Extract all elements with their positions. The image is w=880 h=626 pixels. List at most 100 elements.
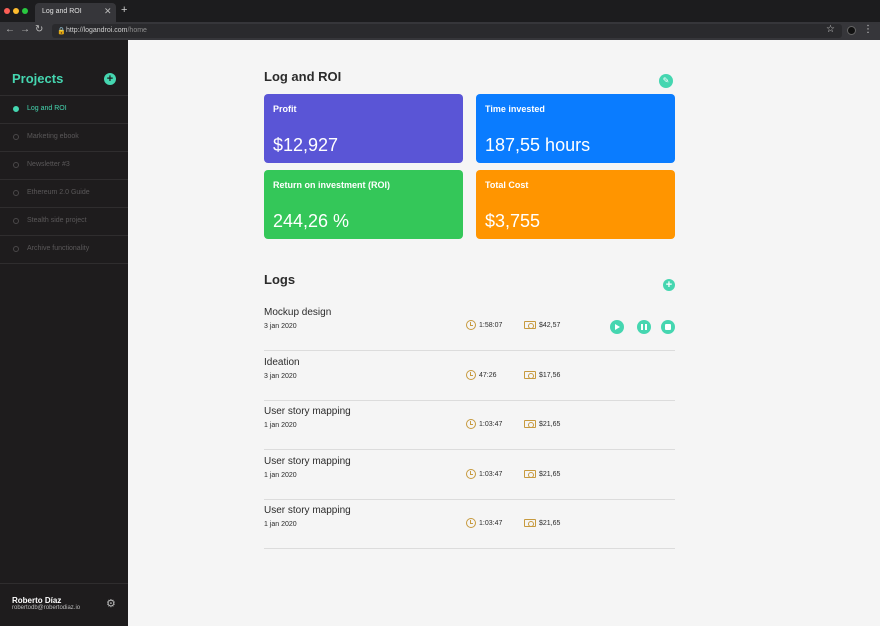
card-value: $12,927 (273, 135, 339, 155)
logs-title: Logs (264, 272, 296, 287)
bookmark-star-icon[interactable]: ☆ (826, 24, 835, 35)
log-duration: 1:03:47 (479, 421, 503, 428)
card-value: $3,755 (485, 211, 541, 231)
log-row[interactable]: Ideation 3 jan 2020 47:26 $17,56 (264, 352, 675, 401)
log-duration: 1:03:47 (479, 471, 503, 478)
maximize-window-button[interactable] (22, 8, 28, 14)
pause-icon[interactable] (637, 320, 651, 334)
log-date: 1 jan 2020 (264, 472, 297, 479)
add-project-button[interactable]: + (104, 73, 116, 85)
log-cost: $21,65 (539, 520, 561, 527)
browser-tab[interactable]: Log and ROI ✕ (35, 3, 116, 22)
tab-title: Log and ROI (42, 8, 82, 15)
url-path: /home (127, 27, 147, 34)
log-duration: 47:26 (479, 372, 497, 379)
clock-icon (466, 518, 476, 528)
clock-icon (466, 320, 476, 330)
roi-card: Return on investment (ROI) 244,26 % (264, 170, 463, 239)
project-hexagon-icon (13, 134, 19, 140)
sidebar-footer-divider (0, 583, 128, 584)
sidebar-item-label: Newsletter #3 (27, 161, 70, 168)
sidebar-item-stealth-project[interactable]: Stealth side project (0, 208, 128, 236)
page-title: Log and ROI (264, 69, 342, 84)
sidebar-item-label: Log and ROI (27, 105, 67, 112)
log-name: Ideation (264, 357, 300, 368)
sidebar-item-newsletter[interactable]: Newsletter #3 (0, 152, 128, 180)
sidebar-item-log-and-roi[interactable]: Log and ROI (0, 96, 128, 124)
user-email: robertodb@robertodiaz.io (12, 605, 81, 611)
sidebar-item-marketing-ebook[interactable]: Marketing ebook (0, 124, 128, 152)
stop-icon[interactable] (661, 320, 675, 334)
card-label: Return on investment (ROI) (273, 180, 391, 190)
log-cost: $21,65 (539, 471, 561, 478)
project-hexagon-icon (13, 106, 19, 112)
sidebar-item-label: Stealth side project (27, 217, 87, 224)
card-label: Profit (273, 104, 297, 114)
back-arrow-icon[interactable]: ← (5, 24, 15, 35)
sidebar-item-label: Marketing ebook (27, 133, 79, 140)
new-tab-button[interactable]: + (121, 4, 127, 16)
browser-tab-strip: Log and ROI ✕ + (0, 0, 880, 22)
money-bill-icon (524, 371, 536, 379)
project-hexagon-icon (13, 218, 19, 224)
log-row[interactable]: Mockup design 3 jan 2020 1:58:07 $42,57 (264, 302, 675, 351)
clock-icon (466, 370, 476, 380)
total-cost-card: Total Cost $3,755 (476, 170, 675, 239)
money-bill-icon (524, 470, 536, 478)
log-cost: $42,57 (539, 322, 561, 329)
forward-arrow-icon[interactable]: → (20, 24, 30, 35)
money-bill-icon (524, 420, 536, 428)
url-text[interactable]: http://logandroi.com/home (66, 27, 147, 34)
log-cost: $21,65 (539, 421, 561, 428)
add-log-button[interactable]: + (663, 279, 675, 291)
log-date: 3 jan 2020 (264, 323, 297, 330)
money-bill-icon (524, 519, 536, 527)
reload-icon[interactable]: ↻ (35, 24, 43, 35)
log-name: User story mapping (264, 456, 351, 467)
time-invested-card: Time invested 187,55 hours (476, 94, 675, 163)
log-duration: 1:58:07 (479, 322, 503, 329)
sidebar-title: Projects (12, 71, 64, 86)
lock-icon: 🔒 (57, 28, 66, 35)
url-host: http://logandroi.com (66, 27, 128, 34)
project-hexagon-icon (13, 190, 19, 196)
project-hexagon-icon (13, 246, 19, 252)
sidebar-item-archive-functionality[interactable]: Archive functionality (0, 236, 128, 264)
browser-menu-icon[interactable]: ⋮ (863, 24, 873, 35)
card-label: Total Cost (485, 180, 529, 190)
log-date: 3 jan 2020 (264, 373, 297, 380)
sidebar: Projects + Log and ROI Marketing ebook N… (0, 40, 128, 626)
clock-icon (466, 419, 476, 429)
edit-pencil-icon[interactable]: ✎ (659, 74, 673, 88)
clock-icon (466, 469, 476, 479)
minimize-window-button[interactable] (13, 8, 19, 14)
log-date: 1 jan 2020 (264, 422, 297, 429)
log-name: User story mapping (264, 505, 351, 516)
card-label: Time invested (485, 104, 545, 114)
sidebar-item-label: Ethereum 2.0 Guide (27, 189, 90, 196)
log-name: Mockup design (264, 307, 332, 318)
tab-close-icon[interactable]: ✕ (104, 6, 112, 17)
main-content: Log and ROI ✎ Profit $12,927 Time invest… (128, 40, 880, 626)
browser-toolbar: ← → ↻ 🔒 http://logandroi.com/home ☆ ⋮ (0, 22, 880, 40)
sidebar-item-ethereum-guide[interactable]: Ethereum 2.0 Guide (0, 180, 128, 208)
play-icon[interactable] (610, 320, 624, 334)
log-row[interactable]: User story mapping 1 jan 2020 1:03:47 $2… (264, 500, 675, 549)
log-row[interactable]: User story mapping 1 jan 2020 1:03:47 $2… (264, 401, 675, 450)
project-hexagon-icon (13, 162, 19, 168)
log-duration: 1:03:47 (479, 520, 503, 527)
user-name: Roberto Díaz (12, 596, 62, 605)
log-name: User story mapping (264, 406, 351, 417)
card-value: 244,26 % (273, 211, 350, 231)
close-window-button[interactable] (4, 8, 10, 14)
money-bill-icon (524, 321, 536, 329)
extension-icon[interactable] (847, 26, 856, 35)
profit-card: Profit $12,927 (264, 94, 463, 163)
log-date: 1 jan 2020 (264, 521, 297, 528)
sidebar-item-label: Archive functionality (27, 245, 90, 252)
log-cost: $17,56 (539, 372, 561, 379)
card-value: 187,55 hours (485, 135, 591, 155)
address-bar[interactable]: 🔒 http://logandroi.com/home (52, 24, 842, 38)
log-row[interactable]: User story mapping 1 jan 2020 1:03:47 $2… (264, 451, 675, 500)
gear-icon[interactable]: ⚙ (106, 597, 116, 610)
